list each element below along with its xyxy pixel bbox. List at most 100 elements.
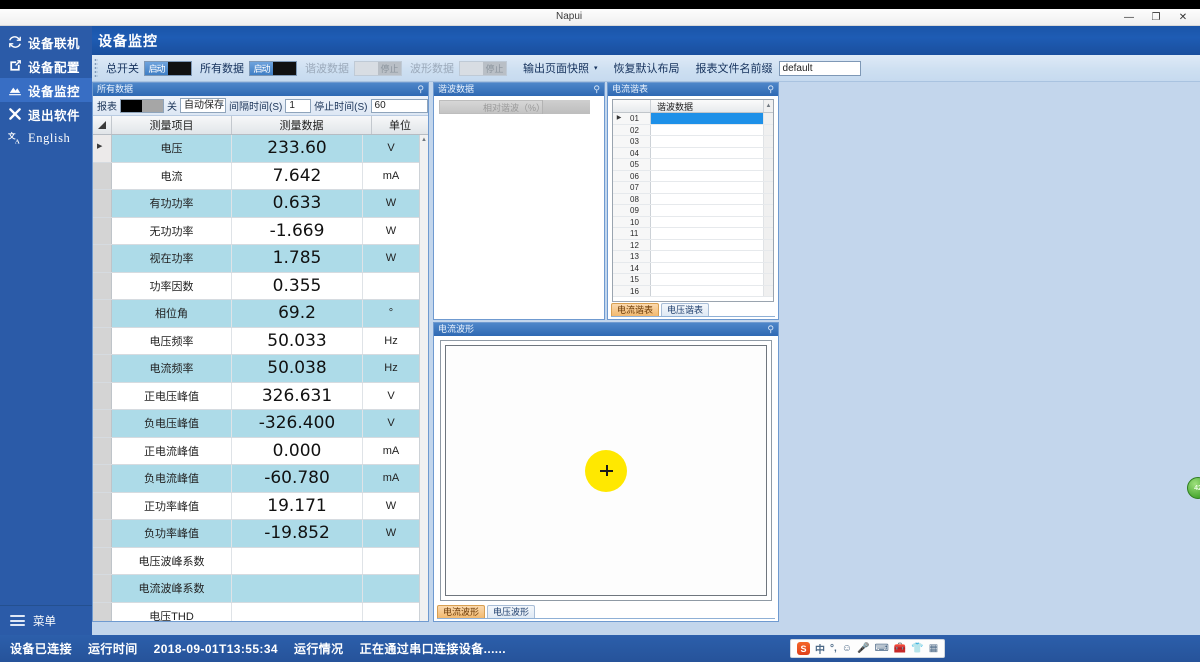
menu-button[interactable]: 菜单 bbox=[0, 605, 92, 635]
ime-microphone-icon[interactable]: 🎤 bbox=[857, 643, 869, 654]
sidebar-item-device-config[interactable]: 设备配置 bbox=[0, 54, 92, 78]
row-selector[interactable] bbox=[93, 492, 112, 519]
maximize-button[interactable]: ❐ bbox=[1143, 10, 1169, 25]
row-selector[interactable] bbox=[93, 245, 112, 272]
table-row[interactable]: 电压THD bbox=[93, 602, 419, 621]
row-selector[interactable] bbox=[93, 190, 112, 217]
table-row[interactable]: 功率因数 0.355 bbox=[93, 272, 419, 300]
harmonic-value-column-header[interactable]: 谐波数据 bbox=[651, 100, 763, 112]
list-item[interactable]: 07 bbox=[613, 182, 773, 194]
ime-apps-icon[interactable]: ▦ bbox=[929, 643, 938, 654]
row-selector[interactable] bbox=[93, 520, 112, 547]
toolbar-drag-handle[interactable] bbox=[94, 58, 98, 78]
sidebar-item-english[interactable]: 文 A English bbox=[0, 126, 92, 150]
tab-voltage-harmonic[interactable]: 电压谐表 bbox=[661, 303, 710, 316]
select-all-corner-icon[interactable] bbox=[93, 116, 112, 134]
column-header-value[interactable]: 测量数据 bbox=[232, 116, 372, 134]
report-prefix-input[interactable]: default bbox=[778, 60, 861, 76]
pin-icon[interactable]: ⚲ bbox=[767, 83, 778, 96]
table-row[interactable]: 正电流峰值 0.000 mA bbox=[93, 437, 419, 465]
table-row[interactable]: 电压波峰系数 bbox=[93, 547, 419, 575]
ime-emoji-icon[interactable]: ☺ bbox=[842, 643, 852, 654]
table-row[interactable]: 无功功率 -1.669 W bbox=[93, 217, 419, 245]
sidebar-item-device-online[interactable]: 设备联机 bbox=[0, 30, 92, 54]
ime-mode-icon[interactable]: 中 bbox=[815, 641, 825, 656]
list-item[interactable]: 03 bbox=[613, 136, 773, 148]
row-selector[interactable] bbox=[93, 410, 112, 437]
row-selector[interactable] bbox=[93, 382, 112, 409]
row-selector[interactable] bbox=[93, 355, 112, 382]
table-row[interactable]: 负功率峰值 -19.852 W bbox=[93, 520, 419, 548]
green-status-badge[interactable]: 42 bbox=[1187, 477, 1200, 499]
stoptime-input[interactable]: 60 bbox=[370, 98, 428, 113]
autosave-select[interactable]: 自动保存 bbox=[180, 98, 226, 113]
row-selector[interactable] bbox=[93, 217, 112, 244]
ime-punctuation-icon[interactable]: °, bbox=[830, 643, 837, 654]
list-item[interactable]: 10 bbox=[613, 216, 773, 228]
report-toggle[interactable] bbox=[120, 98, 164, 113]
table-row[interactable]: 电压233.60V bbox=[93, 135, 419, 163]
list-item[interactable]: 13 bbox=[613, 251, 773, 263]
list-item[interactable]: 08 bbox=[613, 193, 773, 205]
all-data-toggle[interactable]: 启动 bbox=[249, 60, 297, 76]
list-item[interactable]: 04 bbox=[613, 147, 773, 159]
list-item[interactable]: 15 bbox=[613, 274, 773, 286]
list-item[interactable]: 12 bbox=[613, 239, 773, 251]
tab-current-waveform[interactable]: 电流波形 bbox=[437, 605, 486, 618]
table-row[interactable]: 负电流峰值 -60.780 mA bbox=[93, 465, 419, 493]
ime-skin-icon[interactable]: 👕 bbox=[911, 643, 923, 654]
list-item[interactable]: 02 bbox=[613, 124, 773, 136]
crosshair-marker[interactable] bbox=[585, 449, 627, 492]
interval-input[interactable]: 1 bbox=[285, 98, 312, 113]
row-selector[interactable] bbox=[93, 272, 112, 299]
row-selector[interactable] bbox=[93, 602, 112, 621]
table-row[interactable]: 电压频率 50.033 Hz bbox=[93, 327, 419, 355]
row-selector[interactable] bbox=[93, 575, 112, 602]
close-button[interactable]: ✕ bbox=[1170, 10, 1196, 25]
table-row[interactable]: 正电压峰值 326.631 V bbox=[93, 382, 419, 410]
row-selector[interactable] bbox=[93, 327, 112, 354]
table-row[interactable]: 电流波峰系数 bbox=[93, 575, 419, 603]
table-row[interactable]: 负电压峰值 -326.400 V bbox=[93, 410, 419, 438]
sidebar-item-exit[interactable]: 退出软件 bbox=[0, 102, 92, 126]
list-item[interactable]: ▶ 01 bbox=[613, 113, 773, 125]
waveform-plot-area[interactable] bbox=[440, 340, 772, 601]
column-header-unit[interactable]: 单位 bbox=[372, 116, 428, 134]
measurement-grid-scrollbar[interactable]: ▲ bbox=[419, 135, 428, 621]
table-row[interactable]: 有功功率 0.633 W bbox=[93, 190, 419, 218]
scroll-up-icon[interactable]: ▲ bbox=[420, 135, 428, 145]
sidebar-item-device-monitor[interactable]: 设备监控 bbox=[0, 78, 92, 102]
row-selector[interactable] bbox=[93, 162, 112, 189]
tab-current-harmonic[interactable]: 电流谐表 bbox=[611, 303, 660, 316]
ime-toolbox-icon[interactable]: 🧰 bbox=[894, 643, 906, 654]
row-selector[interactable] bbox=[93, 437, 112, 464]
list-item[interactable]: 05 bbox=[613, 159, 773, 171]
table-row[interactable]: 电流频率 50.038 Hz bbox=[93, 355, 419, 383]
list-item[interactable]: 09 bbox=[613, 205, 773, 217]
snapshot-button[interactable]: 输出页面快照 bbox=[523, 60, 589, 76]
pin-icon[interactable]: ⚲ bbox=[417, 83, 428, 96]
table-row[interactable]: 相位角 69.2 ° bbox=[93, 300, 419, 328]
row-selector[interactable] bbox=[93, 465, 112, 492]
sogou-logo-icon[interactable]: S bbox=[797, 642, 810, 655]
scroll-up-icon[interactable]: ▲ bbox=[763, 100, 773, 112]
column-header-item[interactable]: 测量项目 bbox=[112, 116, 232, 134]
list-item[interactable]: 06 bbox=[613, 170, 773, 182]
waveform-plot-inner[interactable] bbox=[445, 345, 767, 596]
table-row[interactable]: 视在功率 1.785 W bbox=[93, 245, 419, 273]
row-selector[interactable] bbox=[93, 547, 112, 574]
table-row[interactable]: 正功率峰值 19.171 W bbox=[93, 492, 419, 520]
minimize-button[interactable]: — bbox=[1116, 10, 1142, 25]
ime-keyboard-icon[interactable]: ⌨ bbox=[874, 643, 888, 654]
tab-voltage-waveform[interactable]: 电压波形 bbox=[487, 605, 536, 618]
chevron-down-icon[interactable]: ▾ bbox=[594, 64, 598, 72]
pin-icon[interactable]: ⚲ bbox=[767, 323, 778, 336]
list-item[interactable]: 11 bbox=[613, 228, 773, 240]
master-switch-toggle[interactable]: 启动 bbox=[144, 60, 192, 76]
restore-layout-button[interactable]: 恢复默认布局 bbox=[614, 60, 680, 76]
pin-icon[interactable]: ⚲ bbox=[593, 83, 604, 96]
list-item[interactable]: 14 bbox=[613, 262, 773, 274]
list-item[interactable]: 16 bbox=[613, 285, 773, 297]
table-row[interactable]: 电流 7.642 mA bbox=[93, 162, 419, 190]
row-selector[interactable] bbox=[93, 135, 112, 162]
